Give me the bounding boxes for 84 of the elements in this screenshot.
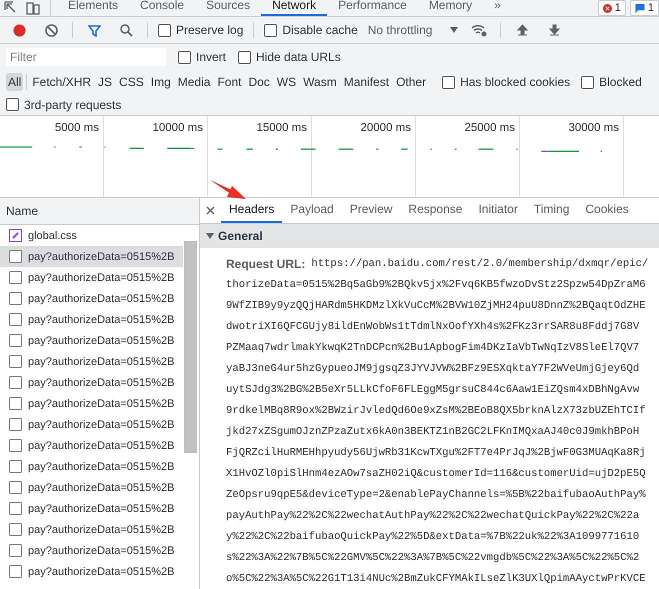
url-text: y%22%2C%22baifubaoQuickPay%22%5D&extData=%7B%22uk%22%3A1099771610 [226,530,640,542]
url-text: payAuthPay%22%2C%22wechatAuthPay%22%2C%22wechatQuickPay%22%2C%22a [226,510,640,522]
type-filter-button[interactable]: CSS [117,73,146,91]
close-icon[interactable] [206,206,215,215]
checkbox[interactable]: Disable cache [264,23,358,37]
checkbox[interactable]: Invert [178,50,226,64]
detail-tab[interactable]: Timing [526,198,578,222]
document-icon [9,376,22,389]
url-text: s%22%3A%22%7B%5C%22GMV%5C%22%3A%7B%5C%22vmgdb%5C%22%3A%5C%22%5C%2 [226,552,640,564]
document-icon [9,481,22,494]
type-filter-button[interactable]: Other [394,73,428,91]
document-icon [9,292,22,305]
panel-tab[interactable]: Memory [418,0,484,16]
detail-tab[interactable]: Preview [342,198,400,222]
stylesheet-icon [9,229,22,242]
checkbox[interactable]: Blocked [581,75,642,89]
more-tabs-button[interactable]: » [483,0,512,16]
type-filter-button[interactable]: WS [274,73,298,91]
url-text: 9rdkelMBq8R9ox%2BWzirJvledQd6Oe9xZsM%2BEoB8QX5brknAlzX73zbUZEhTCIf [226,404,646,416]
type-filter-button[interactable]: Doc [246,73,272,91]
caret-icon [450,27,458,33]
url-text: dwotriXI6QFCGUjy8ildEnWobWs1tTdmlNxOofYXh4s%2FKz3rrSAR8u8Fddj7G8V [226,320,640,332]
time-tick-label: 5000 ms [54,122,99,134]
expand-triangle-icon [206,232,215,240]
document-icon [9,502,22,515]
url-text: 9WfZIB9y9yzQQjHARdm5HKDMzlXkVuCcM%2BVW10ZjMH24puU8DnnZ%2BQaqtOdZHE [226,300,646,312]
time-tick-label: 25000 ms [464,122,515,134]
detail-tab[interactable]: Payload [282,198,342,222]
type-filter-button[interactable]: Font [215,73,244,91]
type-filter-button[interactable]: Fetch/XHR [30,73,94,91]
document-icon [9,439,22,452]
field-label: Request URL: [226,256,306,270]
checkbox[interactable]: 3rd-party requests [6,98,122,112]
detail-tab[interactable]: Initiator [470,198,526,222]
error-counter[interactable]: 1 [598,0,626,16]
checkbox[interactable]: Has blocked cookies [442,75,570,89]
checkbox[interactable]: Hide data URLs [238,50,341,64]
type-filter-button[interactable]: Manifest [342,73,392,91]
type-filter-button[interactable]: JS [96,73,114,91]
document-icon [9,397,22,410]
url-text: yaBJ3neG4ur5hzGypueoJM9jgsqZ3JYVJVW%2BFz9ESXqktaY7F2WVeUmjGjey6Qd [226,362,640,374]
time-tick-label: 30000 ms [568,122,619,134]
column-header[interactable]: Name [6,204,38,218]
type-filter-button[interactable]: Wasm [301,73,339,91]
throttling-dropdown[interactable]: No throttling [368,23,458,37]
checkbox[interactable]: Preserve log [158,23,244,37]
url-text: https://pan.baidu.com/rest/2.0/membership/dxmqr/epic/ [311,258,648,270]
url-text: jkd27xZSgumOJznZPzaZutx6kA0n3BEKTZ1nB2GC2LFKnIMQxaAJ40c0J9mkhBPoH [226,426,640,438]
document-icon [9,271,22,284]
document-icon [9,565,22,578]
document-icon [9,313,22,326]
type-filter-button[interactable]: All [6,73,24,91]
document-icon [9,334,22,347]
time-tick-label: 10000 ms [152,122,203,134]
section-header[interactable]: General [200,224,659,248]
message-counter[interactable]: 1 [630,0,659,16]
document-icon [9,544,22,557]
time-tick-label: 20000 ms [360,122,411,134]
error-icon [602,4,612,12]
document-icon [9,250,22,263]
type-filter-button[interactable]: Media [176,73,212,91]
document-icon [9,460,22,473]
request-row[interactable]: pay?authorizeData=0515%2B [0,246,183,267]
url-text: uytSJdg3%2BG%2B5eXr5LLkCfoF6FLEggM5grsuC844c6Aaw1EiZQsm4xDBhNgAvw [226,384,640,396]
panel-tab[interactable]: Console [129,0,196,16]
type-filter-button[interactable]: Img [148,73,173,91]
url-text: X1HvOZl0piSlHnm4ezAOw7saZH02iQ&customerId=116&customerUid=ujD2pE5Q [226,468,646,480]
document-icon [9,523,22,536]
url-text: o%5C%22%3A%5C%22G1T13i4NUc%2BmZukCFYMAkILseZlK3UXlQpimAAyctwPrKVCE [226,572,646,584]
url-text: thorizeData=0515%2Bq5aGb9%2BQkv5jx%2Fvq6KB5fwzoDvStz2Spzw54DpZraM6 [226,278,646,290]
message-icon [634,4,645,12]
detail-tab[interactable]: Response [400,198,470,222]
url-text: FjQRZcilHuRMEHhpyudy56UjwRb31KcwTXgu%2FT7e4PrJqJ%2BjwF0G3MUAqKa8Rj [226,446,646,458]
filter-field[interactable]: Filter [6,48,166,66]
document-icon [9,355,22,368]
panel-tab[interactable]: Elements [57,0,130,16]
time-tick-label: 15000 ms [256,122,307,134]
url-text: PZMaaq7wdrlmakYkwqK2TnDCPcn%2Bu1ApbogFim4DKzIaVbTwNqIzV8SleEl7QV7 [226,342,640,354]
panel-tab[interactable]: Sources [195,0,262,16]
annotation-arrow [210,180,246,200]
panel-tab[interactable]: Performance [327,0,418,16]
document-icon [9,418,22,431]
url-text: ZeOpsru9qpE5&deviceType=2&enablePayChannels=%5B%22baifubaoAuthPay% [226,488,646,500]
detail-tab[interactable]: Cookies [577,198,637,222]
